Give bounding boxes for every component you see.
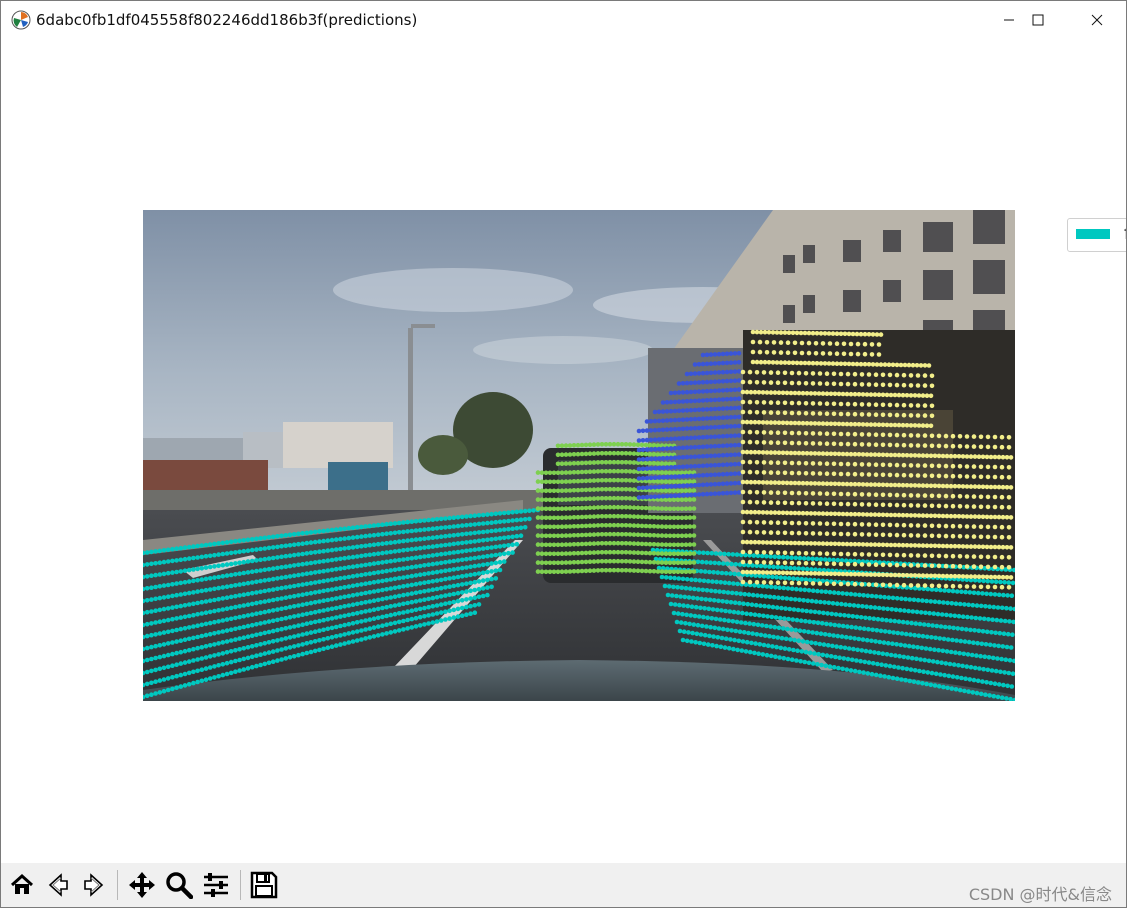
legend-swatch [1076, 229, 1110, 239]
maximize-button[interactable] [1009, 1, 1067, 39]
back-button[interactable] [41, 868, 74, 901]
zoom-icon [165, 871, 193, 899]
home-icon [10, 873, 33, 894]
container [328, 462, 388, 490]
plot-window: 6dabc0fb1df045558f802246dd186b3f(predict… [0, 0, 1127, 908]
pan-icon [128, 871, 155, 898]
forward-button[interactable] [77, 868, 110, 901]
close-button[interactable] [1068, 1, 1126, 39]
configure-subplots-button[interactable] [199, 868, 232, 901]
close-icon [1091, 14, 1103, 26]
save-button[interactable] [247, 868, 280, 901]
window-title: 6dabc0fb1df045558f802246dd186b3f(predict… [36, 11, 418, 29]
pan-button[interactable] [125, 868, 158, 901]
zoom-button[interactable] [162, 868, 195, 901]
forward-icon [83, 872, 103, 897]
title-bar[interactable]: 6dabc0fb1df045558f802246dd186b3f(predict… [1, 1, 1126, 39]
configure-subplots-icon [203, 872, 228, 897]
building [283, 422, 393, 468]
back-icon [48, 872, 68, 897]
maximize-icon [1032, 14, 1044, 26]
street-light [408, 328, 413, 508]
prediction-plot[interactable] [143, 210, 1015, 701]
matplotlib-app-icon [11, 10, 31, 30]
save-icon [250, 871, 277, 898]
red-building [143, 460, 268, 490]
tree [418, 435, 468, 475]
navigation-toolbar: CSDN @时代&信念 [1, 863, 1126, 907]
legend: f [1067, 218, 1126, 252]
camera-image-with-lidar-points [143, 210, 1015, 701]
home-button[interactable] [5, 868, 38, 901]
watermark: CSDN @时代&信念 [968, 885, 1112, 904]
